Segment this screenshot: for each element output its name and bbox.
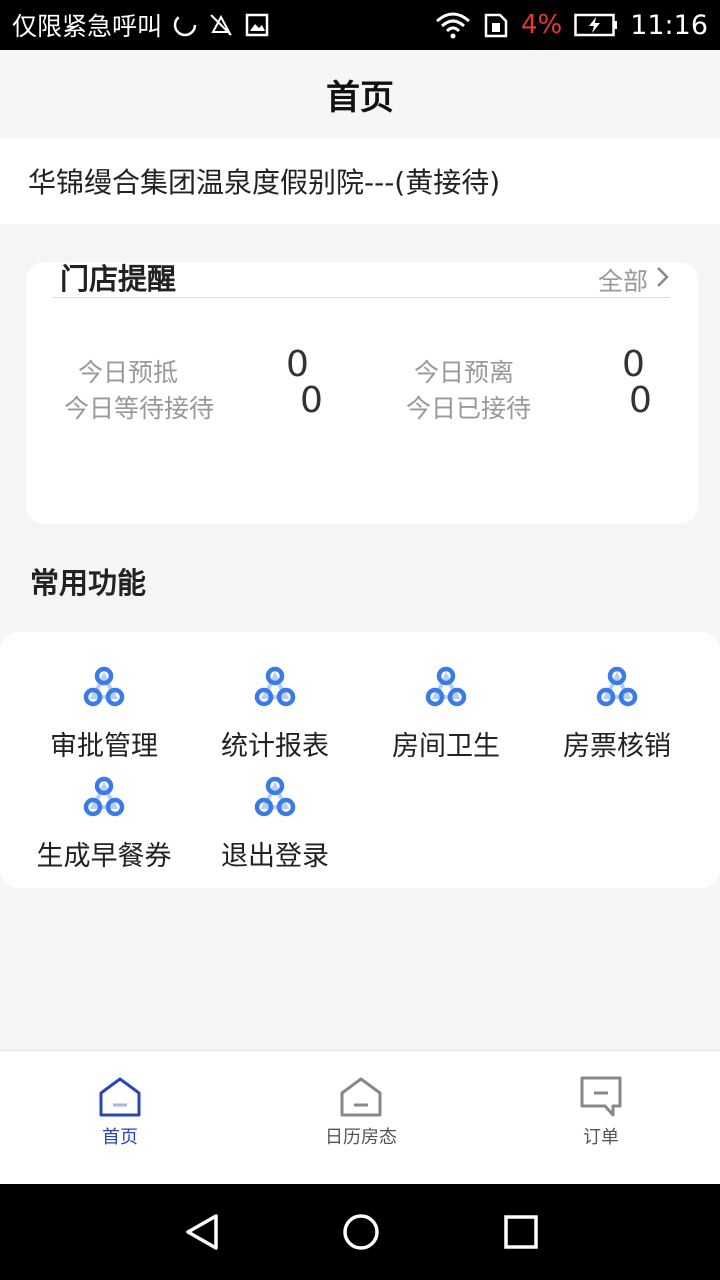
store-reminder-card: 门店提醒 全部 今日预抵 0 今日预离 0 今日等待接待 0 今日已接待 0	[26, 262, 698, 524]
home-circle-icon[interactable]	[341, 1212, 381, 1252]
share-nodes-icon	[254, 776, 296, 817]
function-label: 退出登录	[221, 841, 329, 872]
tab-label: 订单	[583, 1127, 619, 1148]
function-housekeeping[interactable]: 房间卫生	[361, 666, 531, 763]
bottom-tab-bar: 首页 日历房态 订单	[0, 1050, 720, 1184]
function-label: 审批管理	[50, 731, 158, 762]
hotel-name: 华锦缦合集团温泉度假别院---(黄接待)	[28, 166, 501, 199]
tab-label: 日历房态	[325, 1127, 397, 1148]
share-nodes-icon	[83, 666, 125, 707]
no-notification-icon	[208, 12, 234, 38]
stat-received-value: 0	[629, 380, 652, 421]
share-nodes-icon	[83, 776, 125, 817]
hotel-name-bar[interactable]: 华锦缦合集团温泉度假别院---(黄接待)	[0, 138, 720, 224]
system-nav-bar	[0, 1184, 720, 1280]
common-functions-title: 常用功能	[30, 566, 147, 600]
stat-departures-value: 0	[622, 344, 645, 385]
function-label: 房票核销	[563, 731, 671, 762]
battery-charging-icon	[574, 13, 618, 37]
chevron-right-icon	[656, 265, 670, 295]
recents-icon[interactable]	[501, 1212, 541, 1252]
sim-icon	[483, 11, 509, 39]
wifi-icon	[435, 11, 471, 39]
function-voucher-redeem[interactable]: 房票核销	[532, 666, 702, 763]
stat-arrivals-value: 0	[286, 344, 309, 385]
image-icon	[244, 12, 270, 38]
tab-home[interactable]: 首页	[40, 1075, 200, 1149]
carrier-text: 仅限紧急呼叫	[12, 12, 163, 41]
loading-icon	[172, 12, 198, 38]
functions-grid: 审批管理 统计报表 房间卫生 房票核销 生成早餐券 退出登录	[0, 632, 720, 888]
home-icon	[99, 1077, 141, 1117]
home-outline-icon	[340, 1077, 382, 1117]
stat-arrivals-label: 今日预抵	[78, 358, 179, 387]
reminder-title: 门店提醒	[60, 262, 177, 296]
chat-icon	[580, 1076, 622, 1117]
function-approval[interactable]: 审批管理	[19, 666, 189, 763]
share-nodes-icon	[596, 666, 638, 707]
status-bar: 仅限紧急呼叫 4% 11:16	[0, 0, 720, 50]
clock: 11:16	[630, 9, 708, 41]
page-title: 首页	[326, 77, 394, 118]
stat-received-label: 今日已接待	[406, 394, 532, 423]
share-nodes-icon	[425, 666, 467, 707]
tab-orders[interactable]: 订单	[521, 1075, 681, 1149]
share-nodes-icon	[254, 666, 296, 707]
stat-waiting-label: 今日等待接待	[64, 394, 215, 423]
battery-percent: 4%	[520, 10, 563, 40]
reminder-card-header: 门店提醒 全部	[52, 262, 670, 298]
function-label: 房间卫生	[392, 731, 500, 762]
view-all-link[interactable]: 全部	[598, 262, 670, 298]
function-label: 生成早餐券	[36, 841, 172, 872]
function-logout[interactable]: 退出登录	[190, 776, 360, 873]
function-label: 统计报表	[221, 731, 329, 762]
tab-calendar-room-status[interactable]: 日历房态	[281, 1075, 441, 1149]
function-reports[interactable]: 统计报表	[190, 666, 360, 763]
view-all-label: 全部	[597, 267, 648, 296]
back-icon[interactable]	[182, 1212, 222, 1252]
app-header: 首页	[0, 50, 720, 138]
stat-departures-label: 今日预离	[414, 358, 515, 387]
tab-label: 首页	[102, 1127, 138, 1148]
function-breakfast-coupon[interactable]: 生成早餐券	[19, 776, 189, 873]
stat-waiting-value: 0	[300, 380, 323, 421]
